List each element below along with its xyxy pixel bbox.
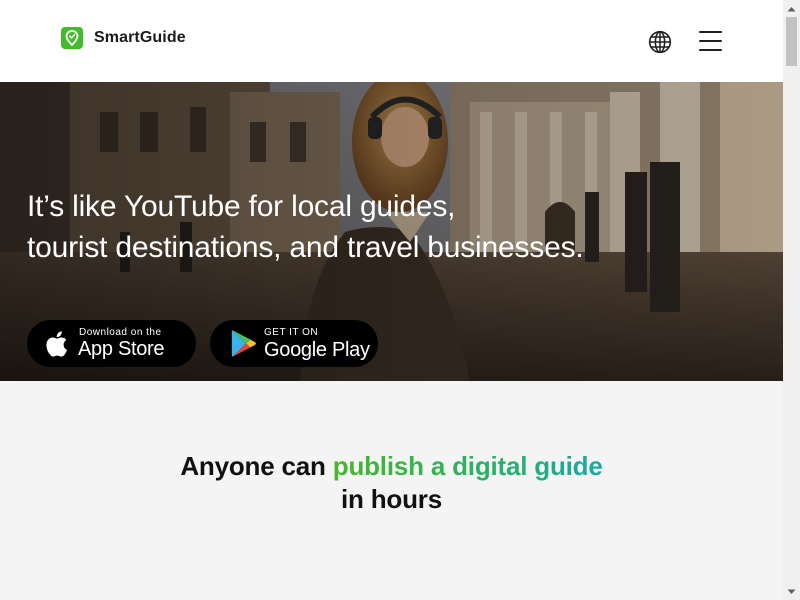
logo-link[interactable]: SmartGuide: [61, 27, 186, 49]
hamburger-menu-icon: [699, 31, 722, 33]
location-pin-icon: [61, 27, 83, 49]
globe-icon: [648, 30, 672, 54]
google-play-icon: [231, 330, 256, 357]
site-header: SmartGuide: [0, 0, 783, 82]
apple-icon: [46, 331, 67, 357]
google-play-small-label: GET IT ON: [264, 327, 319, 338]
google-play-button[interactable]: GET IT ON Google Play: [210, 320, 378, 367]
app-store-button[interactable]: Download on the App Store: [27, 320, 196, 367]
logo-text: SmartGuide: [94, 29, 186, 46]
scroll-up-arrow-icon[interactable]: [783, 0, 800, 17]
section-heading: Anyone can publish a digital guide in ho…: [0, 450, 783, 516]
hero-headline-line2: tourist destinations, and travel busines…: [27, 231, 584, 264]
menu-button[interactable]: [699, 31, 723, 51]
vertical-scrollbar[interactable]: [783, 0, 800, 600]
hero-headline-line1: It’s like YouTube for local guides,: [27, 190, 456, 223]
language-button[interactable]: [648, 30, 672, 54]
section-heading-part1: Anyone can: [180, 451, 333, 481]
scroll-down-arrow-icon[interactable]: [783, 583, 800, 600]
hero-banner: It’s like YouTube for local guides, tour…: [0, 82, 783, 381]
scrollbar-thumb[interactable]: [786, 17, 797, 66]
section-heading-highlight: publish a digital guide: [332, 451, 603, 481]
app-store-small-label: Download on the: [79, 327, 162, 338]
app-store-label: App Store: [78, 338, 165, 360]
section-heading-part2: in hours: [341, 484, 442, 514]
google-play-label: Google Play: [264, 339, 370, 361]
hero-headline: It’s like YouTube for local guides, tour…: [27, 186, 584, 268]
page: SmartGuide It’s like YouTube for local g…: [0, 0, 783, 600]
